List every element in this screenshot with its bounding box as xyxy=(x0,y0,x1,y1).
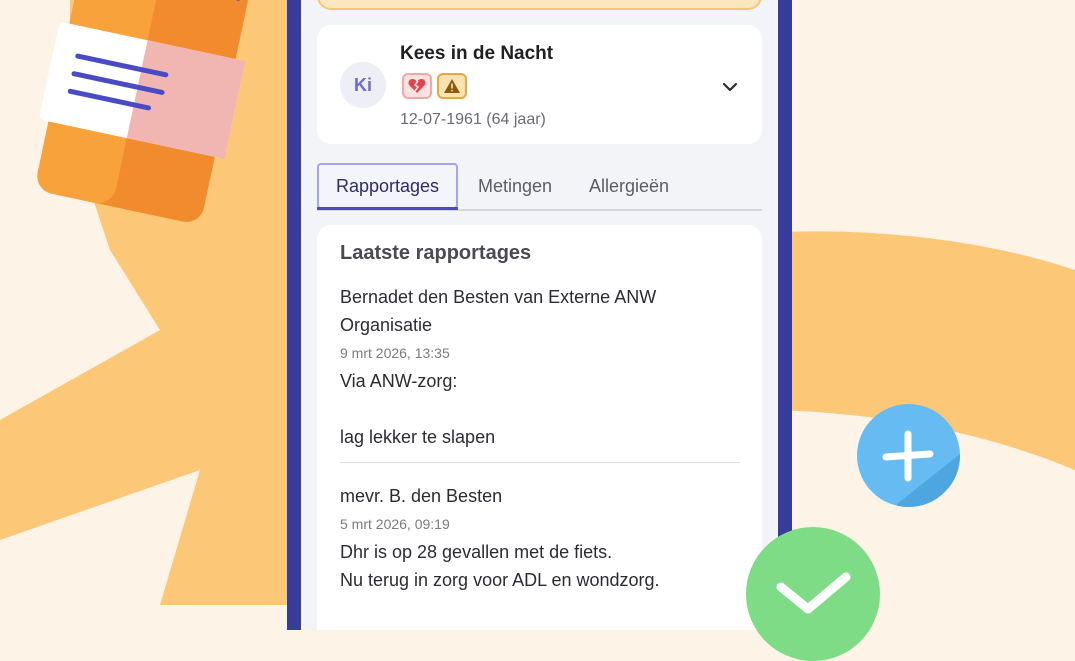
patient-birthdate: 12-07-1961 (64 jaar) xyxy=(400,111,546,128)
divider xyxy=(340,462,740,463)
patient-name: Kees in de Nacht xyxy=(400,43,554,64)
reports-title: Laatste rapportages xyxy=(340,242,532,264)
tab-rapportages[interactable]: Rapportages xyxy=(317,163,458,210)
tab-allergieen[interactable]: Allergieën xyxy=(579,163,679,209)
confirm-button[interactable] xyxy=(746,527,880,661)
app-screen: Ki Kees in de Nacht 12-07-1961 (64 jaar) xyxy=(301,0,778,630)
avatar: Ki xyxy=(340,62,386,108)
patient-badges xyxy=(402,73,467,99)
reports-card: Laatste rapportages Bernadet den Besten … xyxy=(317,225,762,630)
add-button[interactable] xyxy=(857,404,960,507)
report-author: Bernadet den Besten van Externe ANW Orga… xyxy=(340,287,657,335)
report-body: Dhr is op 28 gevallen met de fiets. Nu t… xyxy=(340,542,660,590)
report-date: 9 mrt 2026, 13:35 xyxy=(340,345,450,361)
plus-icon xyxy=(882,430,960,507)
patient-card[interactable]: Ki Kees in de Nacht 12-07-1961 (64 jaar) xyxy=(317,25,762,144)
report-body: Via ANW-zorg: lag lekker te slapen xyxy=(340,371,496,447)
check-icon xyxy=(776,572,851,614)
tab-bar: Rapportages Metingen Allergieën xyxy=(317,163,762,211)
notice-banner xyxy=(317,0,762,10)
tab-metingen[interactable]: Metingen xyxy=(469,163,561,209)
chevron-down-icon[interactable] xyxy=(720,77,740,97)
list-item[interactable]: Bernadet den Besten van Externe ANW Orga… xyxy=(340,283,740,451)
report-date: 5 mrt 2026, 09:19 xyxy=(340,516,450,532)
broken-heart-icon xyxy=(402,73,432,99)
list-item[interactable]: mevr. B. den Besten 5 mrt 2026, 09:19 Dh… xyxy=(340,482,740,594)
report-author: mevr. B. den Besten xyxy=(340,486,503,506)
warning-icon xyxy=(437,73,467,99)
